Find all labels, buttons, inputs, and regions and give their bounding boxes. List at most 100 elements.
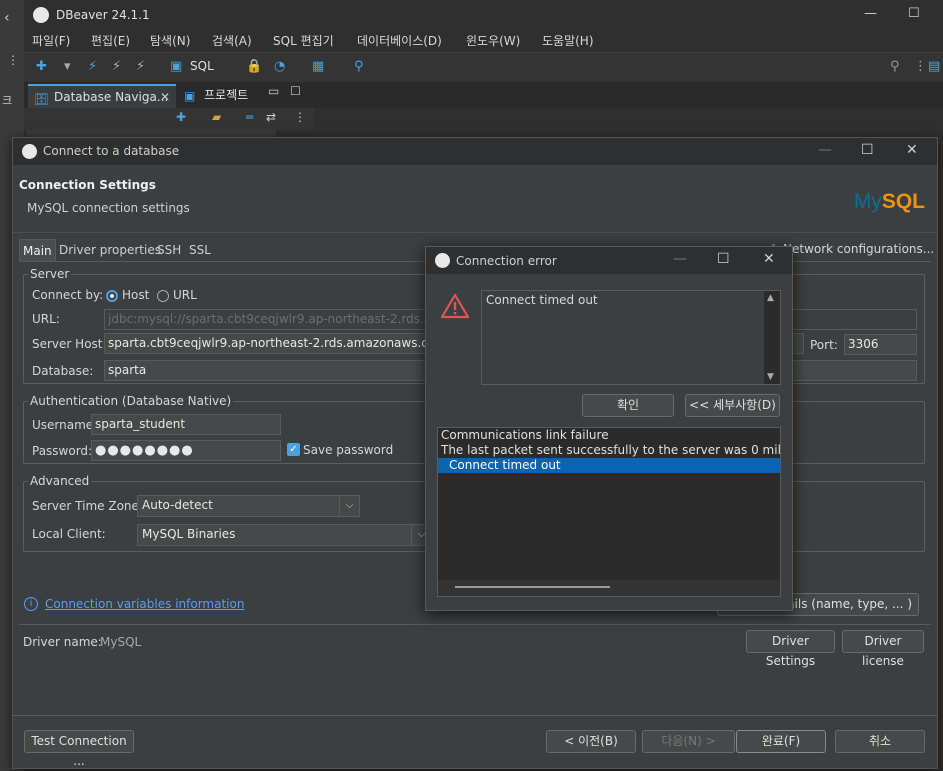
list-item-selected[interactable]: Connect timed out: [438, 458, 780, 473]
cancel-button[interactable]: 취소: [835, 730, 925, 753]
new-connection-icon[interactable]: ✚: [176, 110, 186, 124]
timezone-label: Server Time Zone:: [32, 499, 143, 513]
port-field[interactable]: 3306: [844, 334, 917, 355]
driver-name-value: MySQL: [100, 635, 142, 649]
disconnect-icon[interactable]: ⚡: [112, 59, 121, 74]
timezone-select[interactable]: Auto-detect ⌵: [137, 495, 360, 517]
scrollbar-thumb[interactable]: [455, 586, 610, 588]
maximize-icon[interactable]: ☐: [861, 142, 874, 158]
horizontal-scrollbar[interactable]: [438, 580, 780, 596]
title-bar: DBeaver 24.1.1 — ☐: [24, 0, 943, 30]
close-icon[interactable]: ✕: [763, 251, 775, 267]
search-icon[interactable]: ⚲: [890, 59, 900, 74]
minimize-icon[interactable]: —: [864, 6, 877, 21]
radio-host[interactable]: [106, 290, 118, 302]
connection-variables-link[interactable]: Connection variables information: [45, 597, 244, 611]
lock-icon[interactable]: 🔒: [246, 59, 262, 74]
dropdown-arrow-icon[interactable]: ▾: [64, 59, 71, 74]
close-icon[interactable]: ✕: [906, 142, 918, 158]
maximize-icon[interactable]: ☐: [717, 251, 730, 267]
dialog-title: Connect to a database: [43, 144, 180, 158]
tab-ssh[interactable]: SSH: [154, 239, 184, 261]
sql-editor-icon[interactable]: ▣: [170, 59, 182, 74]
link-icon[interactable]: ⇄: [266, 110, 276, 124]
save-password-checkbox[interactable]: ✓: [287, 443, 300, 456]
local-client-select[interactable]: MySQL Binaries ⌵: [137, 524, 432, 546]
radio-url-label: URL: [173, 288, 197, 302]
next-button[interactable]: 다음(N) >: [642, 730, 735, 753]
finish-button[interactable]: 완료(F): [736, 730, 826, 753]
menu-help[interactable]: 도움말(H): [542, 32, 594, 49]
minimize-view-icon[interactable]: ▭: [268, 84, 279, 98]
network-configurations-button[interactable]: Network configurations...: [783, 242, 934, 256]
tab-project[interactable]: ▣ 프로젝트: [178, 84, 266, 108]
scrollbar[interactable]: ▲ ▼: [764, 291, 780, 384]
tab-driver-properties[interactable]: Driver properties: [56, 239, 164, 261]
list-item[interactable]: Communications link failure: [438, 428, 780, 443]
divider: [19, 624, 931, 625]
view-tabs: 🗄 Database Naviga... ✕ ▣ 프로젝트 ▭ ☐: [24, 82, 943, 108]
test-connection-button[interactable]: Test Connection ...: [24, 730, 134, 768]
password-label: Password:: [32, 444, 93, 458]
ok-button[interactable]: 확인: [582, 394, 674, 417]
connection-error-dialog: Connection error — ☐ ✕ Connect timed out…: [425, 246, 793, 611]
error-message-box: Connect timed out ▲ ▼: [481, 290, 781, 385]
connect-icon[interactable]: ⚡: [88, 59, 97, 74]
new-connection-icon[interactable]: ✚: [36, 59, 47, 74]
menu-file[interactable]: 파일(F): [32, 32, 70, 49]
navigator-toolbar: ✚ ▰ ═ ⇄ ⋮: [24, 108, 314, 130]
radio-url[interactable]: [157, 290, 169, 302]
password-field[interactable]: ●●●●●●●●: [91, 440, 281, 461]
menu-navigate[interactable]: 탐색(N): [150, 32, 190, 49]
save-password-label: Save password: [303, 443, 394, 457]
error-details-list[interactable]: Communications link failure The last pac…: [437, 427, 781, 597]
tab-label: Database Naviga...: [54, 90, 169, 104]
dbeaver-logo-icon: [33, 7, 49, 23]
maximize-icon[interactable]: ☐: [908, 6, 920, 21]
server-host-label: Server Host:: [32, 337, 107, 351]
transaction-icon[interactable]: ◔: [274, 59, 285, 74]
port-label: Port:: [810, 338, 838, 352]
advanced-legend: Advanced: [30, 474, 90, 488]
divider: [13, 715, 937, 716]
menu-window[interactable]: 윈도우(W): [466, 32, 520, 49]
folder-icon[interactable]: ▰: [212, 110, 221, 124]
disconnect-all-icon[interactable]: ⚡: [136, 59, 145, 74]
radio-host-label: Host: [122, 288, 150, 302]
tab-database-navigator[interactable]: 🗄 Database Naviga... ✕: [28, 84, 176, 108]
menu-edit[interactable]: 편집(E): [91, 32, 130, 49]
dbeaver-logo-icon: [22, 144, 37, 159]
menu-search[interactable]: 검색(A): [212, 32, 252, 49]
tab-main[interactable]: Main: [19, 239, 56, 261]
minimize-icon[interactable]: —: [818, 142, 832, 158]
more-vertical-icon[interactable]: ⋮: [7, 54, 19, 66]
info-icon: i: [24, 597, 38, 611]
scroll-up-icon[interactable]: ▲: [767, 293, 774, 303]
more-vertical-icon[interactable]: ⋮: [294, 110, 306, 124]
auth-legend: Authentication (Database Native): [30, 394, 232, 408]
chevron-left-icon[interactable]: ‹: [4, 10, 10, 26]
minimize-icon[interactable]: —: [673, 251, 687, 267]
perspective-icon[interactable]: ▤: [928, 59, 940, 74]
database-icon: 🗄: [34, 92, 50, 106]
maximize-view-icon[interactable]: ☐: [290, 84, 301, 98]
sql-button-label[interactable]: SQL: [190, 59, 214, 73]
more-vertical-icon[interactable]: ⋮: [914, 59, 927, 74]
menu-sql-editor[interactable]: SQL 편집기: [273, 32, 334, 49]
search-toolbar-icon[interactable]: ⚲: [354, 59, 364, 74]
tab-ssl[interactable]: SSL: [186, 239, 214, 261]
error-message: Connect timed out: [486, 293, 598, 307]
driver-license-button[interactable]: Driver license: [842, 630, 924, 668]
scroll-down-icon[interactable]: ▼: [767, 372, 774, 382]
username-field[interactable]: sparta_student: [91, 414, 281, 435]
details-toggle-button[interactable]: << 세부사항(D): [685, 394, 780, 417]
list-item[interactable]: The last packet sent successfully to the…: [438, 443, 780, 458]
driver-settings-button[interactable]: Driver Settings: [746, 630, 835, 668]
url-label: URL:: [32, 312, 60, 326]
close-icon[interactable]: ✕: [160, 86, 170, 108]
warning-icon: [440, 293, 470, 319]
collapse-icon[interactable]: ═: [246, 110, 253, 124]
menu-database[interactable]: 데이터베이스(D): [357, 32, 442, 49]
commit-icon[interactable]: ▦: [312, 59, 324, 74]
prev-button[interactable]: < 이전(B): [546, 730, 636, 753]
